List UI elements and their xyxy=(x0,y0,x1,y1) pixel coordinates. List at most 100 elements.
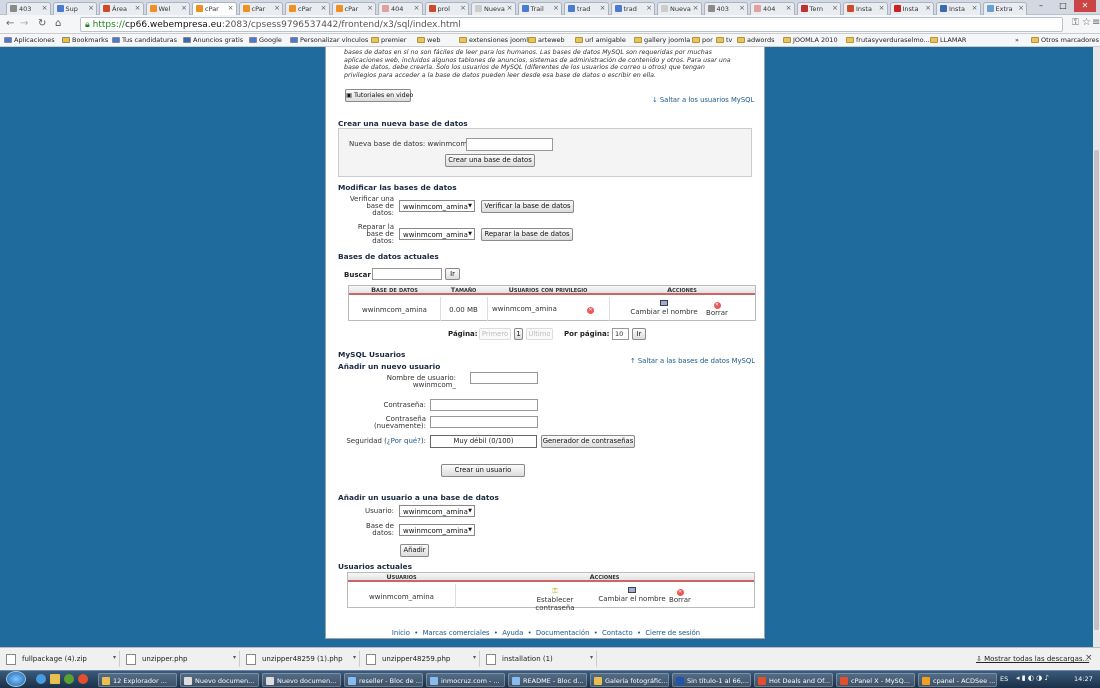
language-indicator[interactable]: ES xyxy=(1000,675,1008,683)
browser-tab[interactable]: Tern × xyxy=(796,2,841,15)
tab-close-icon[interactable]: × xyxy=(786,4,792,12)
db-select[interactable]: wwinmcom_amina xyxy=(399,524,475,536)
password-again-input[interactable] xyxy=(430,416,538,428)
tab-close-icon[interactable]: × xyxy=(42,4,48,12)
tab-close-icon[interactable]: × xyxy=(414,4,420,12)
browser-tab[interactable]: Insta × xyxy=(889,2,934,15)
last-page-button[interactable]: Último xyxy=(526,328,553,340)
repair-db-button[interactable]: Reparar la base de datos xyxy=(481,228,573,241)
rename-db-action[interactable]: Cambiar el nombre xyxy=(629,300,699,316)
taskbar-item[interactable]: 12 Explorador ... xyxy=(98,673,177,687)
download-item[interactable]: installation (1) ▾ xyxy=(480,651,597,667)
add-user-to-db-button[interactable]: Añadir xyxy=(400,544,429,557)
delete-db-action[interactable]: ✕ Borrar xyxy=(701,300,733,317)
tab-close-icon[interactable]: × xyxy=(739,4,745,12)
tab-close-icon[interactable]: × xyxy=(460,4,466,12)
db-user-link[interactable]: wwinmcom_amina xyxy=(492,305,562,313)
tab-close-icon[interactable]: × xyxy=(181,4,187,12)
delete-user-action[interactable]: ✕ Borrar xyxy=(664,587,696,604)
explorer-icon[interactable] xyxy=(50,674,60,684)
why-link[interactable]: ¿Por qué? xyxy=(387,437,421,445)
search-go-button[interactable]: Ir xyxy=(445,268,460,280)
taskbar-item[interactable]: reseller - Bloc de ... xyxy=(344,673,423,687)
menu-icon[interactable]: ≡ xyxy=(1092,17,1100,28)
browser-tab[interactable]: Sup × xyxy=(52,2,97,15)
dropdown-icon[interactable]: ▾ xyxy=(233,654,236,661)
repair-db-select[interactable]: wwinmcom_amina xyxy=(399,228,475,240)
tab-close-icon[interactable]: × xyxy=(832,4,838,12)
bookmark-item[interactable]: arteweb xyxy=(528,36,565,44)
bookmark-item[interactable]: Personalizar vínculos xyxy=(290,36,368,44)
bookmark-item[interactable]: url amigable xyxy=(575,36,626,44)
browser-tab[interactable]: Extra × xyxy=(982,2,1027,15)
taskbar-item[interactable]: Nuevo documen... xyxy=(262,673,341,687)
taskbar-item[interactable]: cpanel - ACDSee ... xyxy=(918,673,997,687)
dropdown-icon[interactable]: ▾ xyxy=(590,654,593,661)
back-icon[interactable]: ← xyxy=(6,18,14,29)
check-db-button[interactable]: Verificar la base de datos xyxy=(481,200,574,213)
url-input[interactable]: 🔒︎ https://cp66.webempresa.eu:2083/cpses… xyxy=(80,17,1063,32)
footer-link-home[interactable]: Inicio xyxy=(392,629,410,637)
browser-tab[interactable]: 403 × xyxy=(6,2,51,15)
star-icon[interactable]: ☆ xyxy=(1082,17,1091,28)
browser-tab[interactable]: Trail × xyxy=(517,2,562,15)
browser-tab[interactable]: cPar × xyxy=(238,2,283,15)
bookmark-item[interactable]: premier xyxy=(371,36,406,44)
download-item[interactable]: fullpackage (4).zip ▾ xyxy=(0,651,120,667)
browser-tab[interactable]: prol × xyxy=(424,2,469,15)
password-input[interactable] xyxy=(430,399,538,411)
new-db-input[interactable] xyxy=(466,138,553,151)
tab-close-icon[interactable]: × xyxy=(135,4,141,12)
current-page[interactable]: 1 xyxy=(514,328,523,340)
jump-to-dbs-link[interactable]: ↑ Saltar a las bases de datos MySQL xyxy=(630,357,755,365)
taskbar-item[interactable]: README - Bloc d... xyxy=(508,673,587,687)
taskbar-item[interactable]: Galería fotográfic... xyxy=(590,673,669,687)
browser-tab[interactable]: 404 × xyxy=(750,2,795,15)
rename-user-action[interactable]: Cambiar el nombre xyxy=(598,587,666,603)
browser-tab[interactable]: Área × xyxy=(99,2,144,15)
tab-close-icon[interactable]: × xyxy=(553,4,559,12)
clock[interactable]: 14:27 xyxy=(1074,675,1093,683)
bookmark-item[interactable]: LLAMAR xyxy=(930,36,966,44)
bookmark-item[interactable]: extensiones joomla xyxy=(459,36,532,44)
create-db-button[interactable]: Crear una base de datos xyxy=(445,154,535,167)
download-item[interactable]: unzipper48259 (1).php ▾ xyxy=(240,651,360,667)
browser-tab[interactable]: trad × xyxy=(610,2,655,15)
bookmark-item[interactable]: frutasyverduraselmo... xyxy=(846,36,930,44)
set-password-action[interactable]: ⚿ Establecer contraseña xyxy=(516,587,594,612)
footer-link-docs[interactable]: Documentación xyxy=(536,629,589,637)
per-page-go-button[interactable]: Ir xyxy=(632,328,646,340)
taskbar-item[interactable]: Hot Deals and Of... xyxy=(754,673,833,687)
video-tutorials-button[interactable]: ▣ Tutoriales en video xyxy=(345,89,413,102)
tab-close-icon[interactable]: × xyxy=(693,4,699,12)
password-generator-button[interactable]: Generador de contraseñas xyxy=(541,435,635,448)
scrollbar-thumb[interactable] xyxy=(1094,150,1099,630)
taskbar-item[interactable]: Sin título-1 al 66,... xyxy=(672,673,751,687)
bookmark-item[interactable]: adwords xyxy=(737,36,774,44)
browser-tab[interactable]: 403 × xyxy=(703,2,748,15)
tab-close-icon[interactable]: × xyxy=(274,4,280,12)
key-icon[interactable]: ⚿ xyxy=(1072,18,1079,28)
tab-close-icon[interactable]: × xyxy=(646,4,652,12)
remove-user-icon[interactable]: ✕ xyxy=(587,305,594,314)
download-item[interactable]: unzipper.php ▾ xyxy=(120,651,240,667)
footer-link-contact[interactable]: Contacto xyxy=(602,629,633,637)
show-all-downloads-link[interactable]: ⇩ Mostrar todas las descargas... xyxy=(976,655,1089,663)
browser-tab[interactable]: 404 × xyxy=(378,2,423,15)
footer-link-help[interactable]: Ayuda xyxy=(502,629,523,637)
tray-icons[interactable]: ◂ ▮ ◐ ◑ ♪ xyxy=(1016,674,1049,682)
bookmark-item[interactable]: por xyxy=(692,36,713,44)
bookmark-item[interactable]: Google xyxy=(249,36,282,44)
browser-tab[interactable]: trad × xyxy=(564,2,609,15)
download-item[interactable]: unzipper48259.php ▾ xyxy=(360,651,480,667)
media-icon[interactable] xyxy=(64,674,74,684)
browser-tab[interactable]: Insta × xyxy=(936,2,981,15)
bookmark-item[interactable]: gallery joomla xyxy=(634,36,690,44)
create-user-button[interactable]: Crear un usuario xyxy=(441,464,525,477)
browser-tab[interactable]: Insta × xyxy=(843,2,888,15)
footer-link-trademarks[interactable]: Marcas comerciales xyxy=(423,629,490,637)
first-page-button[interactable]: Primero xyxy=(479,328,511,340)
bookmark-item[interactable]: JOOMLA 2010 xyxy=(783,36,838,44)
browser-tab[interactable]: Nueva × xyxy=(657,2,702,15)
ie-icon[interactable] xyxy=(36,674,46,684)
